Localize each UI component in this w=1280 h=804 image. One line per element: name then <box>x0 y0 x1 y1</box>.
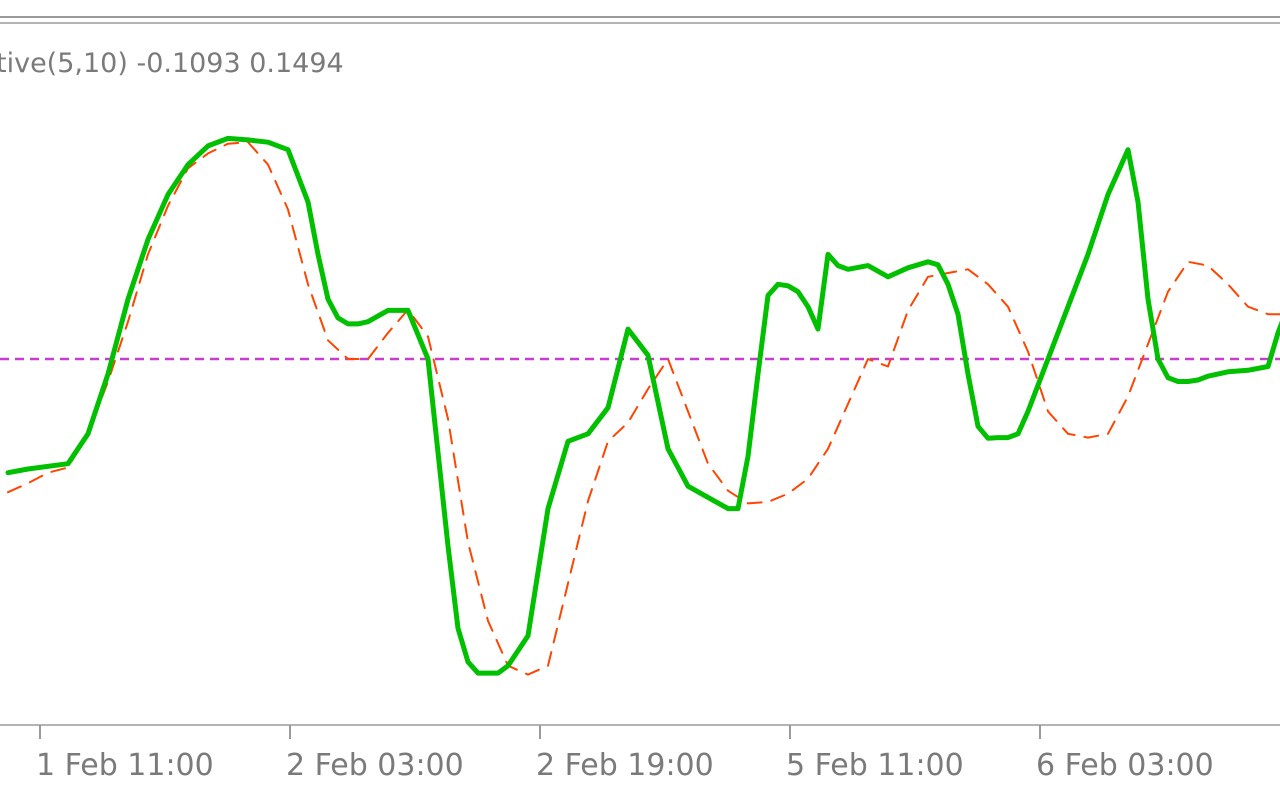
x-tick-label: 5 Feb 11:00 <box>786 748 964 783</box>
chart-canvas: 1 Feb 11:00 2 Feb 03:00 2 Feb 19:00 5 Feb 1… <box>0 0 1280 800</box>
x-tick-label: 2 Feb 03:00 <box>286 748 464 783</box>
chart-background <box>0 0 1280 800</box>
x-tick-label: 6 Feb 03:00 <box>1036 748 1214 783</box>
indicator-label: tive(5,10) -0.1093 0.1494 <box>0 48 344 79</box>
x-tick-label: 2 Feb 19:00 <box>536 748 714 783</box>
x-tick-label: 1 Feb 11:00 <box>36 748 214 783</box>
chart: 1 Feb 11:00 2 Feb 03:00 2 Feb 19:00 5 Feb 1… <box>0 0 1280 800</box>
